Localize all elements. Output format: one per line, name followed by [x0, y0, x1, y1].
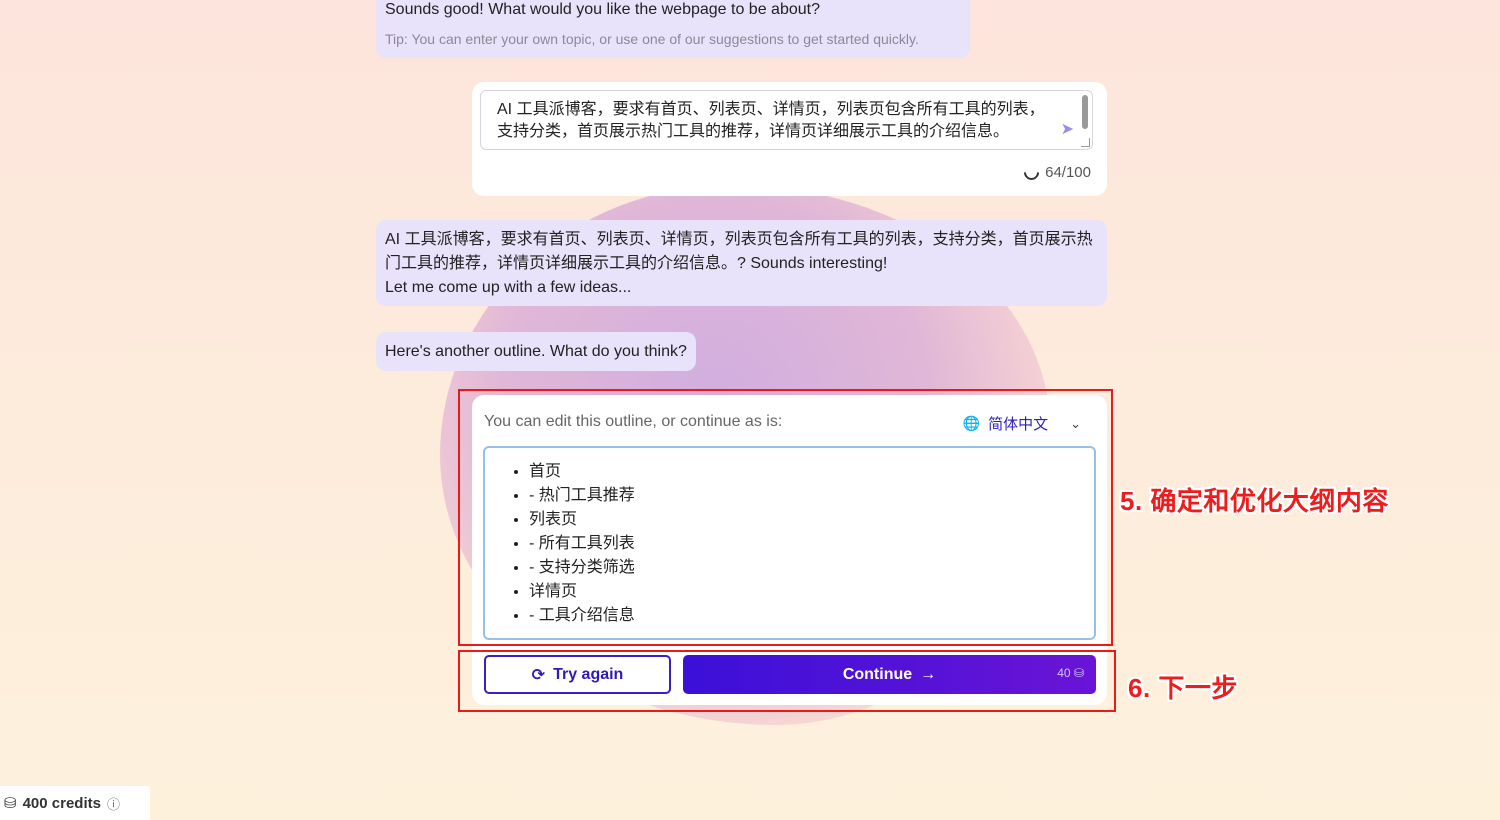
resize-handle[interactable]: [1081, 138, 1090, 147]
credits-text: 400 credits: [22, 794, 101, 812]
info-icon[interactable]: ⓘ: [107, 794, 120, 813]
credits-indicator[interactable]: ⛁ 400 credits ⓘ: [0, 786, 150, 820]
bot-message-2: AI 工具派博客，要求有首页、列表页、详情页，列表页包含所有工具的列表，支持分类…: [376, 220, 1107, 306]
annotation-box-buttons: [458, 650, 1116, 712]
char-counter: 64/100: [1021, 161, 1091, 184]
char-counter-text: 64/100: [1045, 164, 1091, 181]
bot-message-text: Let me come up with a few ideas...: [385, 279, 632, 296]
annotation-step5: 5. 确定和优化大纲内容: [1120, 486, 1389, 516]
textarea-scrollbar[interactable]: [1082, 95, 1088, 129]
bot-message-3: Here's another outline. What do you thin…: [376, 332, 696, 371]
annotation-step6: 6. 下一步: [1128, 673, 1238, 703]
credits-icon: ⛁: [4, 795, 17, 812]
bot-message-text: Sounds good! What would you like the web…: [385, 1, 820, 18]
bot-tip-text: Tip: You can enter your own topic, or us…: [385, 31, 919, 47]
spinner-icon: [1021, 161, 1043, 184]
annotation-box-outline: [458, 389, 1113, 646]
topic-textarea-value[interactable]: AI 工具派博客，要求有首页、列表页、详情页，列表页包含所有工具的列表，支持分类…: [497, 99, 1057, 143]
bot-message-text: AI 工具派博客，要求有首页、列表页、详情页，列表页包含所有工具的列表，支持分类…: [385, 231, 1093, 272]
topic-textarea[interactable]: AI 工具派博客，要求有首页、列表页、详情页，列表页包含所有工具的列表，支持分类…: [480, 90, 1093, 150]
bot-message-1: Sounds good! What would you like the web…: [376, 0, 970, 58]
user-input-card: AI 工具派博客，要求有首页、列表页、详情页，列表页包含所有工具的列表，支持分类…: [472, 82, 1107, 196]
bot-message-text: Here's another outline. What do you thin…: [385, 343, 687, 360]
send-icon[interactable]: ➤: [1061, 119, 1074, 139]
